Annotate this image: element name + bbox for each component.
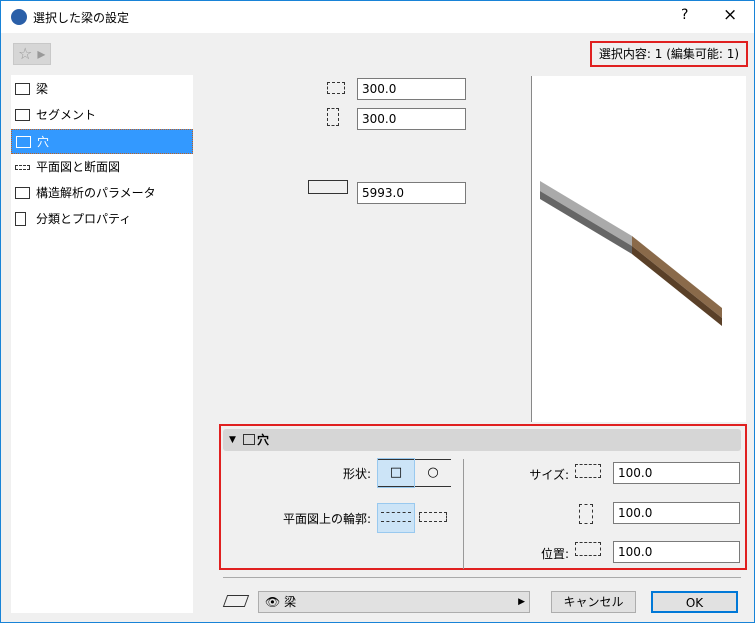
sidebar-item-label: 穴	[37, 135, 50, 149]
title-bar: 選択した梁の設定 ? ×	[1, 1, 754, 33]
position-icon	[575, 542, 601, 556]
document-icon	[15, 212, 26, 226]
sidebar-item-beam[interactable]: 梁	[11, 77, 193, 102]
contour-option-1[interactable]	[377, 503, 415, 533]
cancel-button[interactable]: キャンセル	[551, 591, 636, 613]
sidebar-item-label: セグメント	[36, 108, 97, 122]
structural-icon	[15, 187, 30, 199]
size-width-input[interactable]: 100.0	[613, 462, 740, 484]
sidebar: 梁 セグメント 穴 平面図と断面図 構造解析のパラメータ 分類とプロパティ	[11, 75, 193, 613]
ok-button[interactable]: OK	[651, 591, 738, 613]
size-height-icon	[579, 504, 593, 524]
shape-rectangular-button[interactable]: □	[377, 458, 415, 488]
position-input[interactable]: 100.0	[613, 541, 740, 563]
sidebar-item-hole[interactable]: 穴	[11, 129, 193, 154]
sidebar-item-label: 分類とプロパティ	[36, 212, 132, 226]
sidebar-item-label: 平面図と断面図	[36, 160, 121, 174]
sidebar-item-segment[interactable]: セグメント	[11, 103, 193, 128]
beam-preview-image	[540, 181, 722, 326]
window-title: 選択した梁の設定	[33, 11, 130, 25]
height-input[interactable]: 300.0	[357, 108, 466, 130]
sidebar-item-plan-section[interactable]: 平面図と断面図	[11, 155, 193, 180]
favorites-button[interactable]: ☆ ▸	[13, 43, 51, 65]
layer-name: 梁	[284, 595, 297, 609]
app-icon	[11, 9, 27, 25]
hole-icon	[16, 136, 31, 148]
sidebar-item-label: 梁	[36, 82, 49, 96]
contour-dashed-icon	[381, 512, 411, 522]
layer-dropdown[interactable]: 👁 梁 ▶	[258, 591, 530, 613]
eye-icon: 👁	[265, 595, 281, 609]
close-button[interactable]: ×	[723, 5, 737, 25]
sidebar-item-classification[interactable]: 分類とプロパティ	[11, 207, 193, 232]
collapse-triangle-icon[interactable]: ▼	[229, 429, 236, 451]
width-icon	[327, 82, 345, 94]
plan-section-icon	[15, 165, 30, 170]
hole-settings-panel: ▼ 穴 形状: □ ○ 平面図上の輪郭: サイズ: 100.0 100.0 位置…	[219, 424, 747, 570]
shape-circular-button[interactable]: ○	[415, 459, 451, 487]
size-height-input[interactable]: 100.0	[613, 502, 740, 524]
panel-header[interactable]: ▼ 穴	[223, 429, 741, 451]
layer-icon	[222, 595, 250, 607]
help-button[interactable]: ?	[681, 7, 688, 23]
size-width-icon	[575, 464, 601, 478]
3d-preview[interactable]	[531, 76, 746, 422]
sidebar-item-label: 構造解析のパラメータ	[36, 186, 156, 200]
separator	[223, 577, 741, 578]
contour-option-2[interactable]	[415, 504, 451, 532]
height-icon	[327, 108, 339, 126]
sidebar-item-structural-analysis[interactable]: 構造解析のパラメータ	[11, 181, 193, 206]
hole-icon	[243, 434, 255, 445]
contour-dotted-icon	[419, 512, 447, 522]
size-label: サイズ:	[529, 468, 569, 482]
beam-icon	[15, 83, 30, 95]
length-input[interactable]: 5993.0	[357, 182, 466, 204]
segment-icon	[15, 109, 30, 121]
width-input[interactable]: 300.0	[357, 78, 466, 100]
panel-title: 穴	[257, 433, 270, 447]
selection-info: 選択内容: 1 (編集可能: 1)	[590, 41, 748, 67]
position-label: 位置:	[540, 547, 569, 561]
chevron-right-icon: ▶	[518, 597, 525, 607]
shape-label: 形状:	[342, 467, 371, 481]
contour-label: 平面図上の輪郭:	[282, 512, 371, 526]
length-icon	[308, 180, 348, 194]
divider	[463, 459, 464, 569]
